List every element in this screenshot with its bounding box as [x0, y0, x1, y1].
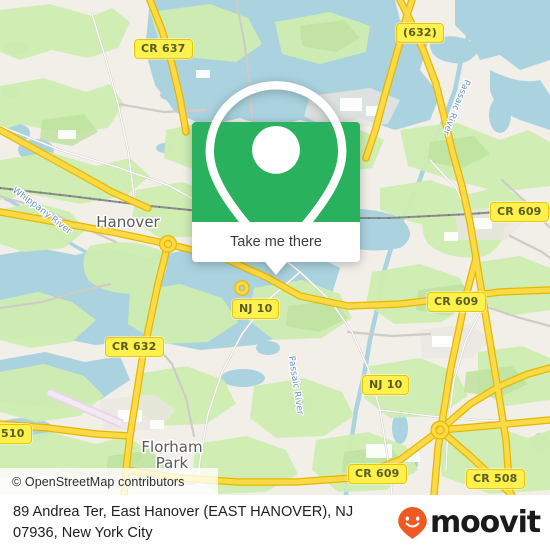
road-shield-cr-609-south[interactable]: CR 609 [348, 464, 407, 484]
road-shield-632[interactable]: (632) [396, 23, 445, 43]
take-me-there-label: Take me there [230, 234, 322, 250]
moovit-wordmark: moovit [429, 504, 541, 540]
road-shield-510[interactable]: 510 [0, 424, 32, 444]
map-attribution-text: © OpenStreetMap contributors [12, 474, 185, 489]
map-attribution[interactable]: © OpenStreetMap contributors [0, 468, 218, 495]
address-line-1: 89 Andrea Ter, East Hanover (EAST HANOVE… [13, 504, 354, 521]
footer-bar: 89 Andrea Ter, East Hanover (EAST HANOVE… [0, 495, 550, 550]
moovit-map-screenshot: Passaic River Passaic River Whippany Riv… [0, 0, 550, 550]
moovit-smiley-pin-icon [398, 506, 427, 539]
location-pin-icon [205, 80, 347, 264]
take-me-there-popup[interactable]: Take me there [192, 80, 360, 275]
road-shield-cr-609-east[interactable]: CR 609 [490, 202, 549, 222]
map-canvas[interactable]: Passaic River Passaic River Whippany Riv… [0, 0, 550, 495]
road-shield-nj-10-east[interactable]: NJ 10 [362, 375, 410, 395]
place-label-hanover: Hanover [96, 213, 160, 231]
address-line-2: 07936, New York City [13, 524, 153, 541]
moovit-brand[interactable]: moovit [397, 504, 541, 540]
road-shield-cr-632[interactable]: CR 632 [105, 337, 164, 357]
road-shield-cr-637[interactable]: CR 637 [134, 39, 193, 59]
popup-pointer [265, 262, 287, 275]
road-shield-cr-508[interactable]: CR 508 [466, 469, 525, 489]
road-shield-cr-609-center[interactable]: CR 609 [427, 292, 486, 312]
address-block: 89 Andrea Ter, East Hanover (EAST HANOVE… [13, 502, 353, 542]
popup-header [192, 80, 360, 264]
